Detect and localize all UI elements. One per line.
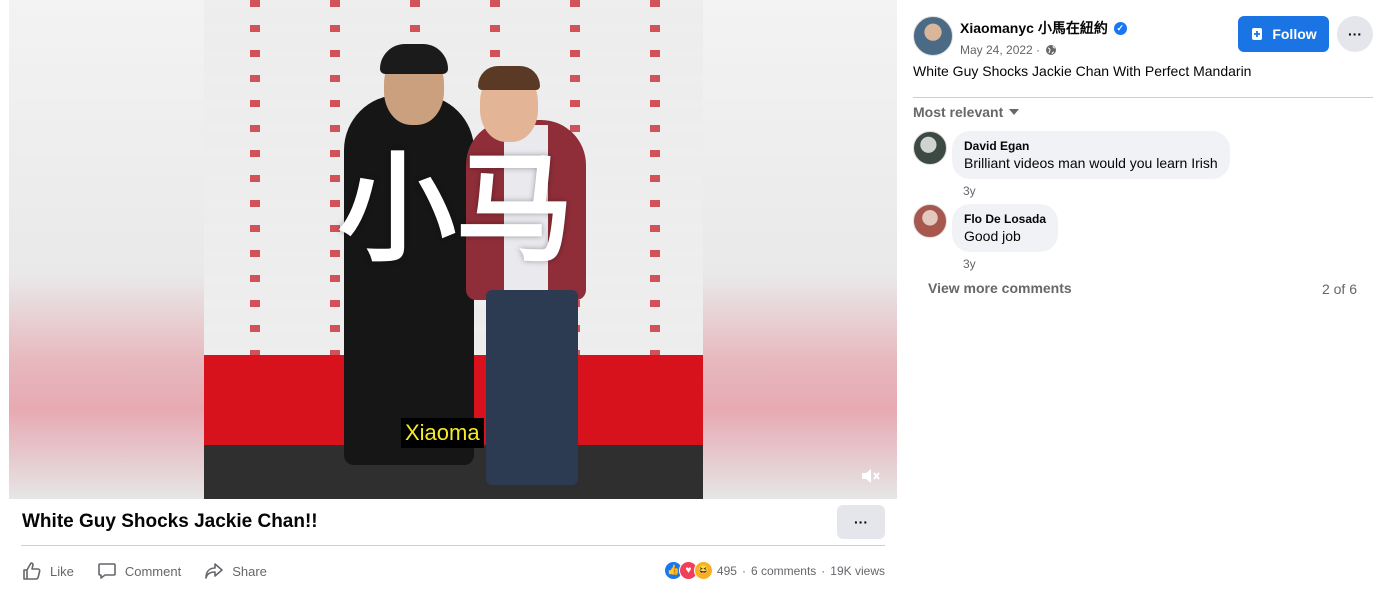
share-label: Share	[232, 563, 267, 579]
comment-bubble: Flo De Losada Good job	[952, 204, 1059, 252]
view-more-comments-link[interactable]: View more comments	[928, 280, 1072, 296]
person-right-hair	[478, 66, 540, 90]
like-label: Like	[50, 563, 74, 579]
video-player[interactable]: 小马 Xiaoma	[9, 0, 897, 499]
comment-page-count: 2 of 6	[1321, 281, 1357, 297]
thumbs-up-icon	[23, 562, 41, 580]
comment-bubble: David Egan Brilliant videos man would yo…	[952, 131, 1230, 179]
post-date-row: May 24, 2022 ·	[960, 43, 1057, 57]
haha-reaction-icon[interactable]: 😆	[693, 561, 713, 580]
comment-time[interactable]: 3y	[963, 257, 976, 271]
comment-label: Comment	[124, 563, 182, 579]
video-more-button[interactable]: ···	[837, 505, 885, 539]
person-left-hair	[380, 44, 448, 74]
commenter-name[interactable]: David Egan	[964, 139, 1218, 153]
follow-label: Follow	[1272, 26, 1317, 42]
like-button[interactable]: Like	[22, 561, 74, 581]
commenter-avatar[interactable]	[913, 131, 947, 165]
stats-separator: ·	[741, 563, 746, 578]
engagement-stats: 👍 ♥ 😆 495 · 6 comments · 19K views	[663, 561, 885, 580]
post-more-button[interactable]: ···	[1337, 16, 1373, 52]
author-avatar[interactable]	[913, 16, 953, 56]
video-subtitle: Xiaoma	[401, 418, 484, 448]
caret-down-icon	[1009, 109, 1020, 115]
video-frame: 小马 Xiaoma	[204, 0, 703, 499]
follow-page-icon	[1252, 28, 1263, 40]
comment-sort-label: Most relevant	[913, 104, 1004, 120]
post-caption: White Guy Shocks Jackie Chan With Perfec…	[913, 63, 1252, 79]
divider	[913, 97, 1373, 98]
comment-time[interactable]: 3y	[963, 184, 976, 198]
share-icon	[205, 563, 224, 579]
author-name-row[interactable]: Xiaomanyc 小馬在紐約 ✓	[960, 18, 1127, 38]
globe-icon	[1046, 45, 1057, 55]
follow-button[interactable]: Follow	[1238, 16, 1329, 52]
reaction-count[interactable]: 495	[717, 564, 737, 578]
action-bar: Like Comment Share	[22, 560, 290, 582]
verified-badge-icon: ✓	[1113, 21, 1127, 35]
commenter-name[interactable]: Flo De Losada	[964, 212, 1046, 226]
commenter-avatar[interactable]	[913, 204, 947, 238]
comment-icon	[98, 563, 116, 579]
comment-sort-dropdown[interactable]: Most relevant	[913, 104, 1020, 120]
speaker-muted-icon[interactable]	[858, 466, 882, 488]
post-date[interactable]: May 24, 2022 ·	[960, 43, 1040, 57]
video-title: White Guy Shocks Jackie Chan!!	[22, 511, 318, 532]
stats-separator: ·	[821, 563, 826, 578]
author-name[interactable]: Xiaomanyc 小馬在紐約	[960, 18, 1108, 38]
comment-count[interactable]: 6 comments	[751, 564, 816, 578]
comment-button[interactable]: Comment	[97, 561, 181, 581]
comment-text: Good job	[964, 228, 1021, 244]
comment-text: Brilliant videos man would you learn Iri…	[964, 155, 1218, 171]
share-button[interactable]: Share	[204, 561, 267, 581]
video-overlay-text: 小马	[337, 140, 574, 278]
view-count: 19K views	[830, 563, 885, 578]
post-side-panel: Xiaomanyc 小馬在紐約 ✓ May 24, 2022 · Follow …	[897, 0, 1390, 594]
divider	[21, 545, 885, 546]
person-right-jeans	[486, 290, 578, 485]
